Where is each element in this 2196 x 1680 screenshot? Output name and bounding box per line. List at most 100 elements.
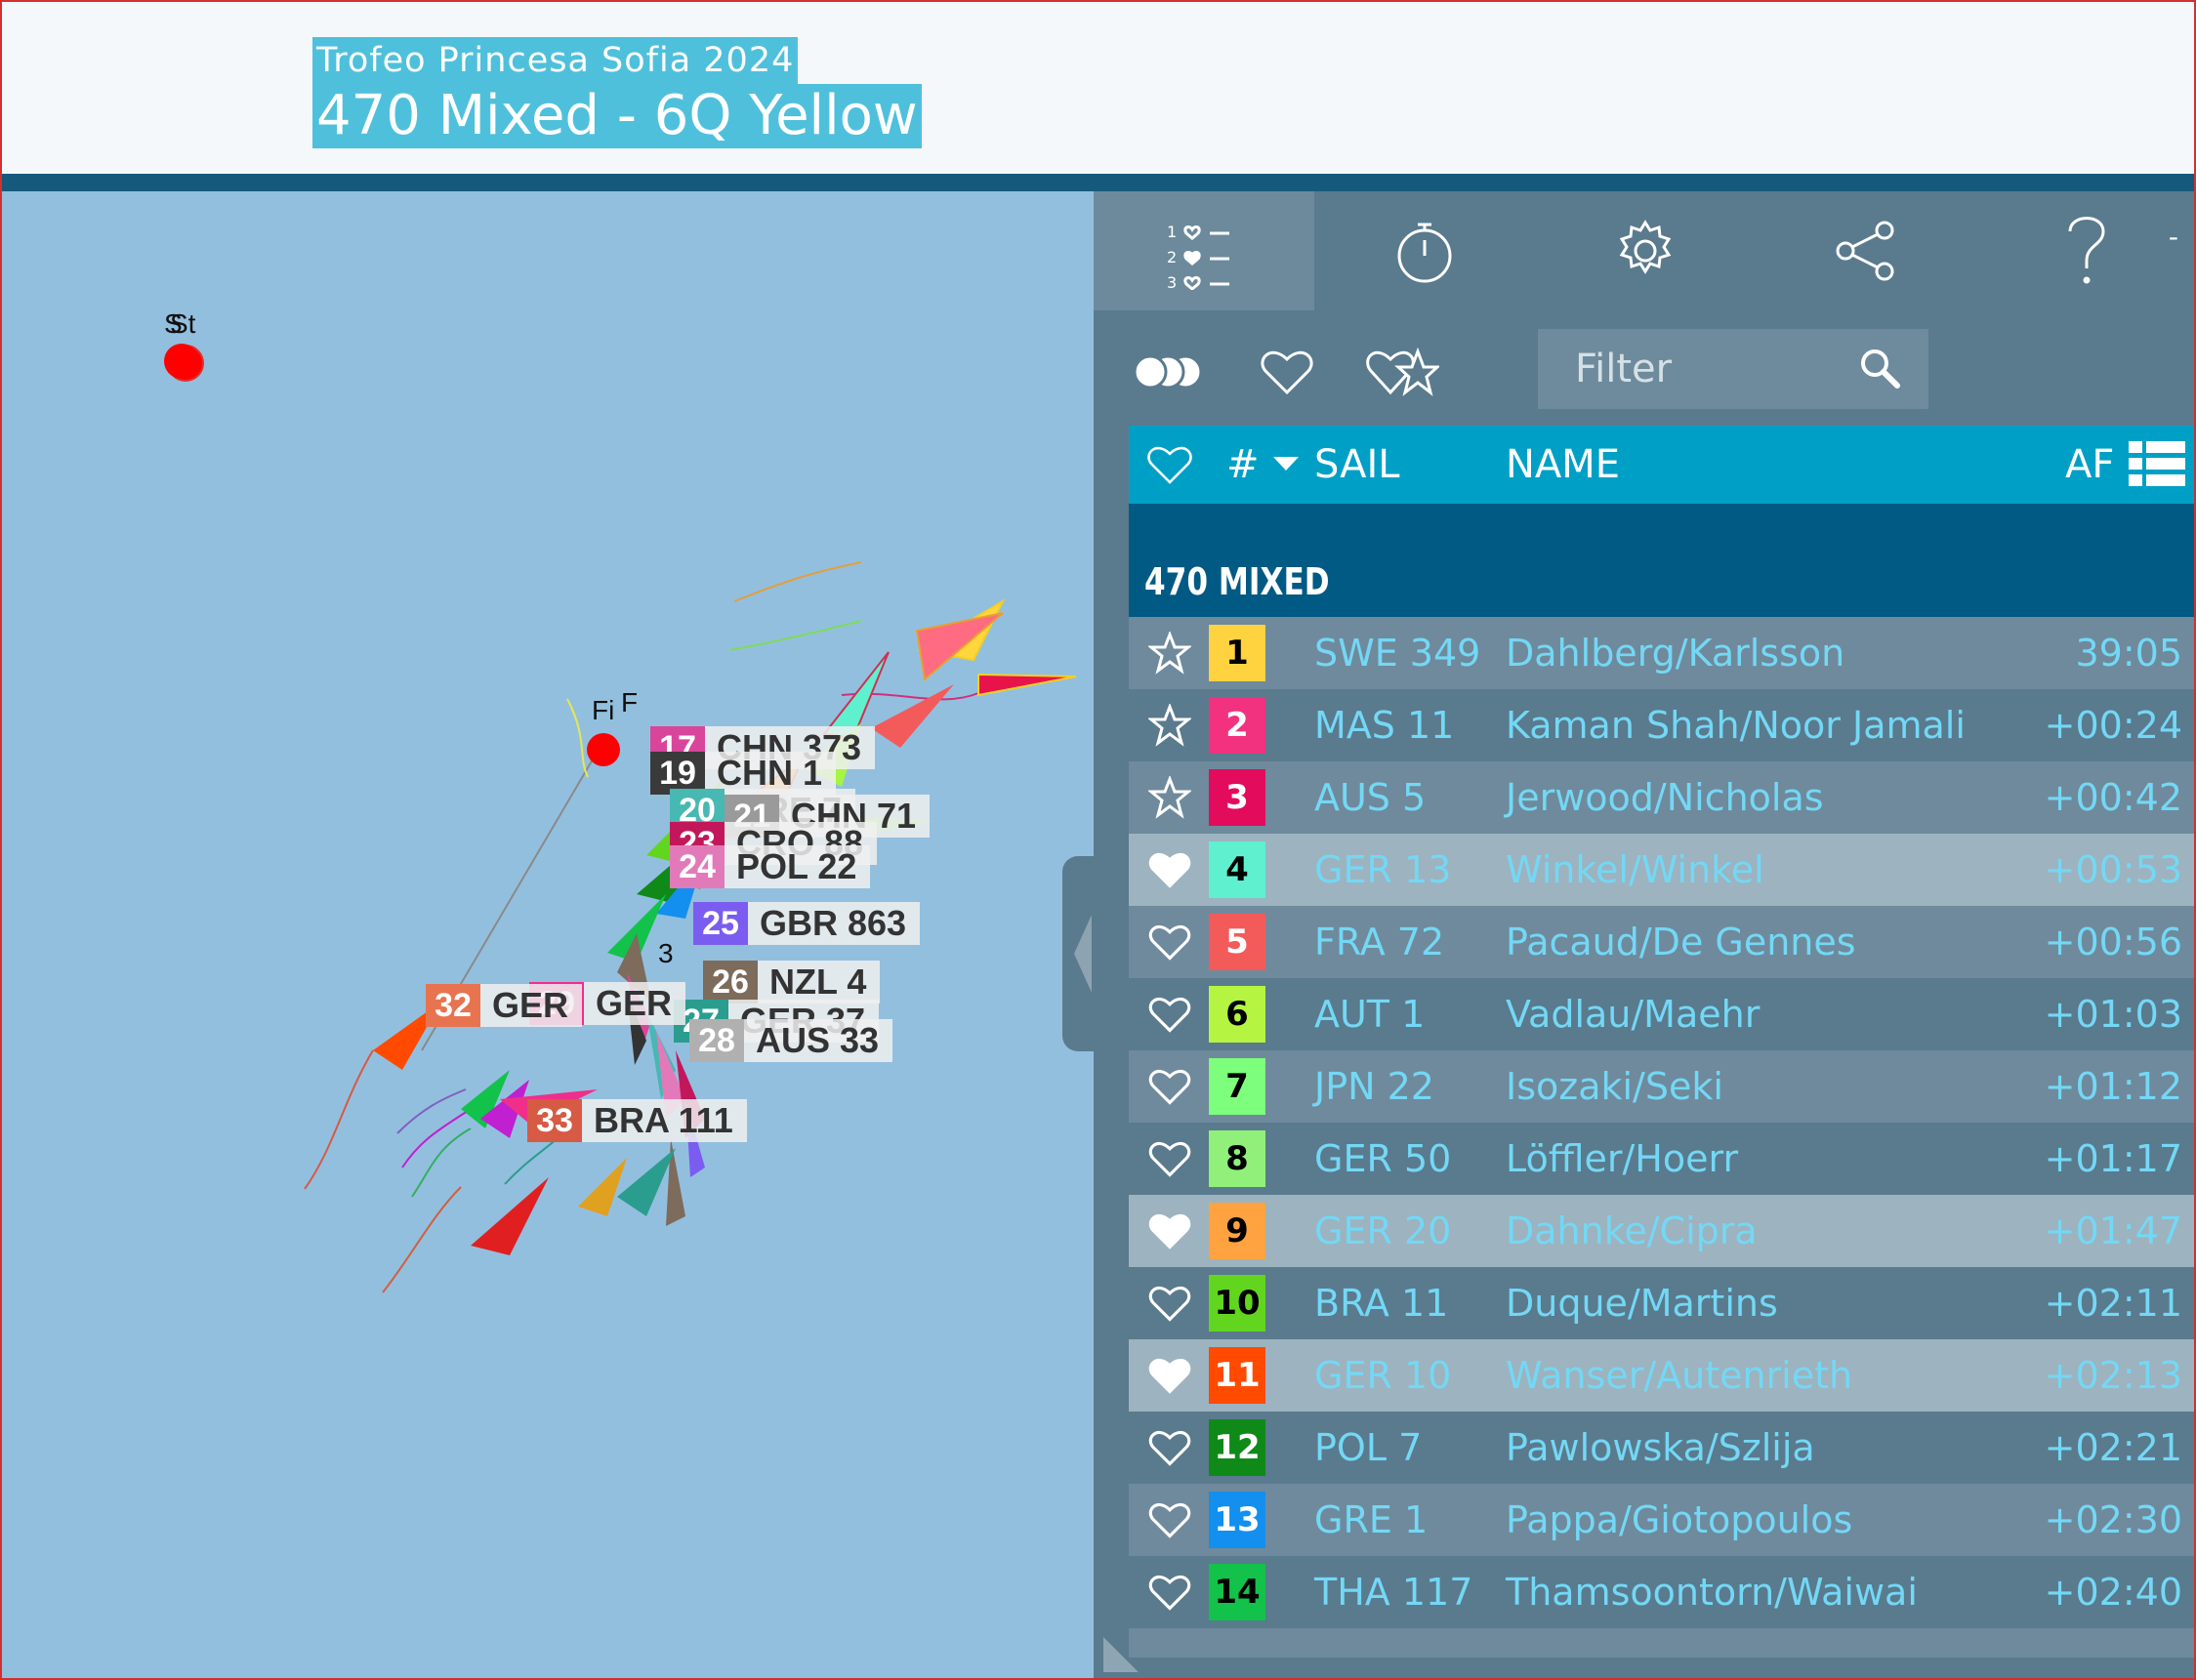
header-rank-label: # — [1226, 442, 1260, 487]
time-cell: +01:03 — [2044, 993, 2182, 1036]
table-row[interactable]: 12 POL 7 Pawlowska/Szlija +02:21 — [1129, 1412, 2194, 1484]
app-frame: Trofeo Princesa Sofia 2024 470 Mixed - 6… — [0, 0, 2196, 1680]
start-mark-label: St — [170, 308, 196, 339]
boat-label[interactable]: 32 GER — [426, 984, 583, 1027]
finish-mark-label-2: F — [621, 687, 639, 717]
settings-tab[interactable] — [1535, 191, 1756, 310]
rank-cell: 10 — [1209, 1267, 1265, 1339]
heart-icon[interactable] — [1148, 1556, 1197, 1628]
heart-icon[interactable] — [1148, 906, 1197, 978]
show-favorites-button[interactable] — [1260, 328, 1314, 416]
stopwatch-tab[interactable] — [1314, 191, 1535, 310]
columns-menu-button[interactable] — [2129, 426, 2185, 504]
rank-cell: 1 — [1209, 617, 1265, 689]
heart-icon[interactable] — [1148, 834, 1197, 906]
finish-mark[interactable] — [587, 733, 620, 766]
show-favorites-star-button[interactable] — [1365, 328, 1439, 416]
help-icon — [2068, 217, 2105, 284]
time-cell: +01:17 — [2044, 1137, 2182, 1180]
share-tab[interactable] — [1756, 191, 1976, 310]
search-icon[interactable] — [1858, 347, 1901, 389]
table-row-partial — [1129, 1628, 2194, 1658]
time-cell: +02:21 — [2044, 1426, 2182, 1469]
rank-cell: 3 — [1209, 761, 1265, 834]
rank-cell: 13 — [1209, 1484, 1265, 1556]
boat-label[interactable]: 24 POL 22 — [670, 845, 871, 888]
minimize-button[interactable]: - — [2169, 221, 2178, 253]
boat-rank: 32 — [426, 984, 480, 1027]
heart-icon[interactable] — [1148, 1195, 1197, 1267]
heart-icon[interactable] — [1148, 1267, 1197, 1339]
start-mark[interactable] — [164, 344, 199, 379]
heart-icon[interactable] — [1148, 1484, 1197, 1556]
header-fav-column[interactable] — [1146, 426, 1193, 504]
boat-label[interactable]: 26 NZL 4 — [703, 961, 881, 1004]
table-row[interactable]: 8 GER 50 Löffler/Hoerr +01:17 — [1129, 1123, 2194, 1195]
time-cell: +00:56 — [2044, 921, 2182, 963]
name-cell: Wanser/Autenrieth — [1506, 1354, 1853, 1397]
star-icon[interactable] — [1148, 689, 1197, 761]
race-title: 470 Mixed - 6Q Yellow — [312, 84, 922, 148]
boat-sail-number: GER — [480, 984, 583, 1027]
table-row[interactable]: 1 SWE 349 Dahlberg/Karlsson 39:05 — [1129, 617, 2194, 689]
heart-icon[interactable] — [1148, 1123, 1197, 1195]
name-cell: Löffler/Hoerr — [1506, 1137, 1739, 1180]
table-row[interactable]: 14 THA 117 Thamsoontorn/Waiwai +02:40 — [1129, 1556, 2194, 1628]
time-cell: +02:30 — [2044, 1498, 2182, 1541]
gear-icon — [1619, 220, 1672, 274]
group-row: 470 MIXED — [1129, 504, 2194, 617]
boat-label[interactable]: 33 BRA 111 — [527, 1099, 747, 1142]
boat-sail-number: GER — [584, 982, 686, 1025]
table-row[interactable]: 3 AUS 5 Jerwood/Nicholas +00:42 — [1129, 761, 2194, 834]
star-icon[interactable] — [1148, 617, 1197, 689]
leaderboard-tab[interactable]: 1 2 3 — [1094, 191, 1314, 310]
rank-cell: 9 — [1209, 1195, 1265, 1267]
panel-toolbar: 1 2 3 — [1094, 191, 2194, 310]
table-row[interactable]: 13 GRE 1 Pappa/Giotopoulos +02:30 — [1129, 1484, 2194, 1556]
group-label: 470 MIXED — [1144, 560, 1330, 603]
table-row[interactable]: 4 GER 13 Winkel/Winkel +00:53 — [1129, 834, 2194, 906]
sort-down-icon — [1272, 457, 1299, 471]
table-row[interactable]: 2 MAS 11 Kaman Shah/Noor Jamali +00:24 — [1129, 689, 2194, 761]
event-title: Trofeo Princesa Sofia 2024 — [312, 37, 799, 84]
sail-cell: FRA 72 — [1314, 921, 1445, 963]
heart-icon[interactable] — [1148, 1339, 1197, 1412]
rank-badge: 13 — [1209, 1492, 1265, 1548]
header-rank-column[interactable]: # — [1226, 426, 1299, 504]
table-row[interactable]: 9 GER 20 Dahnke/Cipra +01:47 — [1129, 1195, 2194, 1267]
boat-sail-number: POL 22 — [725, 845, 871, 888]
table-row[interactable]: 7 JPN 22 Isozaki/Seki +01:12 — [1129, 1050, 2194, 1123]
sail-cell: JPN 22 — [1314, 1065, 1434, 1108]
race-map[interactable]: S St Fi F 3 17CHN 37319CHN 120GRE 721CHN… — [2, 191, 1094, 1678]
header-name-column[interactable]: NAME — [1506, 426, 1620, 504]
boat-label[interactable]: 28 AUS 33 — [689, 1019, 893, 1062]
name-cell: Pawlowska/Szlija — [1506, 1426, 1815, 1469]
help-tab[interactable] — [1976, 191, 2194, 310]
header-time-column[interactable]: AF — [2065, 426, 2114, 504]
table-row[interactable]: 6 AUT 1 Vadlau/Maehr +01:03 — [1129, 978, 2194, 1050]
table-row[interactable]: 5 FRA 72 Pacaud/De Gennes +00:56 — [1129, 906, 2194, 978]
rank-badge: 10 — [1209, 1275, 1265, 1332]
rank-badge: 9 — [1209, 1203, 1265, 1259]
star-icon[interactable] — [1148, 761, 1197, 834]
boat-label[interactable]: 25 GBR 863 — [693, 902, 921, 945]
table-row[interactable]: 11 GER 10 Wanser/Autenrieth +02:13 — [1129, 1339, 2194, 1412]
sail-cell: THA 117 — [1314, 1571, 1473, 1614]
heart-icon[interactable] — [1148, 1412, 1197, 1484]
filter-input[interactable] — [1538, 329, 1850, 409]
name-cell: Thamsoontorn/Waiwai — [1506, 1571, 1918, 1614]
rank-badge: 14 — [1209, 1564, 1265, 1620]
name-cell: Vadlau/Maehr — [1506, 993, 1761, 1036]
heart-icon — [1147, 446, 1192, 484]
all-boats-icon — [1133, 354, 1203, 389]
header-sail-column[interactable]: SAIL — [1314, 426, 1400, 504]
rank-cell: 12 — [1209, 1412, 1265, 1484]
resize-handle[interactable] — [1103, 1637, 1139, 1672]
name-cell: Dahlberg/Karlsson — [1506, 632, 1845, 675]
boat-rank: 28 — [689, 1019, 744, 1062]
stopwatch-icon — [1397, 223, 1452, 283]
heart-icon[interactable] — [1148, 1050, 1197, 1123]
table-row[interactable]: 10 BRA 11 Duque/Martins +02:11 — [1129, 1267, 2194, 1339]
show-all-button[interactable] — [1131, 328, 1207, 416]
heart-icon[interactable] — [1148, 978, 1197, 1050]
